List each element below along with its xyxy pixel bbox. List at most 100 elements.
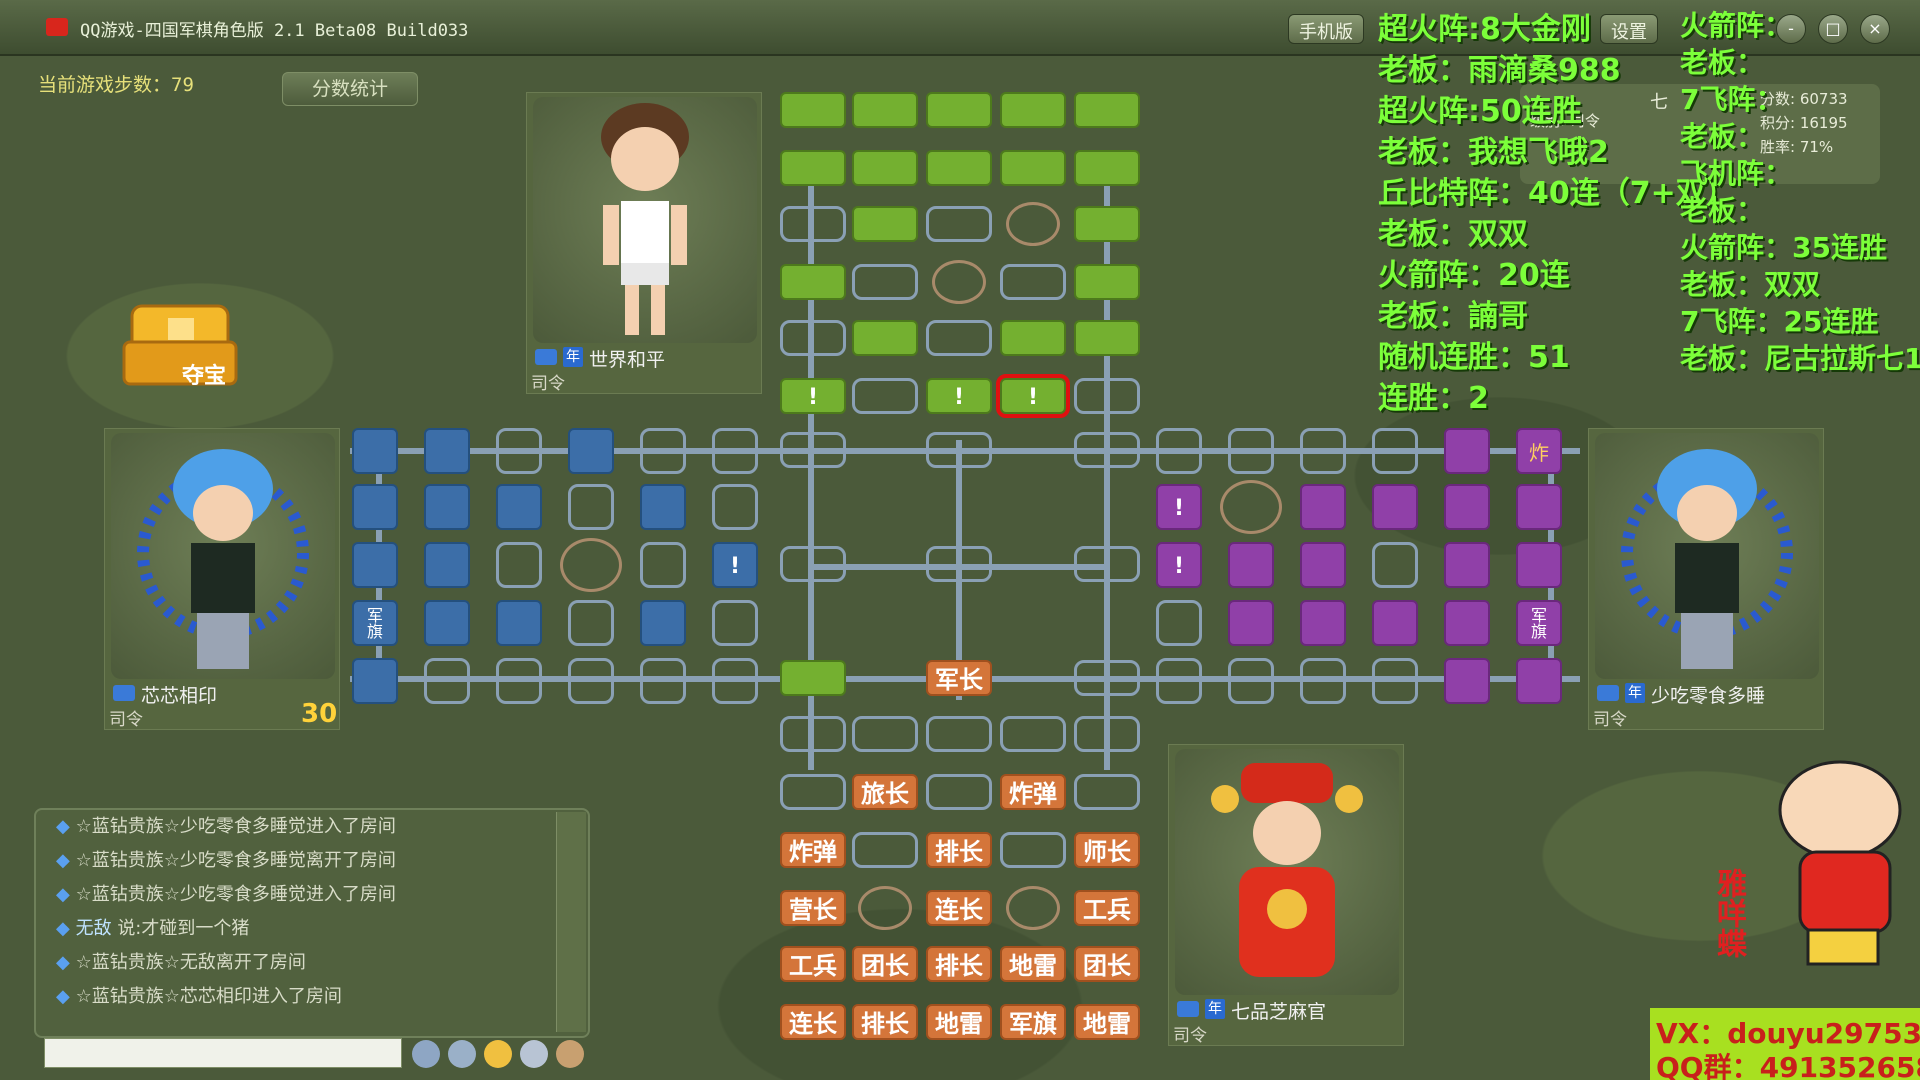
- board-piece-blue[interactable]: [424, 542, 470, 588]
- board-piece-green[interactable]: [1074, 320, 1140, 356]
- board-station[interactable]: [852, 832, 918, 868]
- chat-bubble-icon[interactable]: [448, 1040, 476, 1068]
- board-piece-green[interactable]: [1000, 150, 1066, 186]
- board-camp[interactable]: [858, 886, 912, 930]
- board-piece-purple-flagged[interactable]: !: [1156, 542, 1202, 588]
- board-station[interactable]: [640, 542, 686, 588]
- board-piece-purple[interactable]: [1372, 600, 1418, 646]
- board-piece-purple[interactable]: [1300, 484, 1346, 530]
- board-piece-purple[interactable]: [1300, 600, 1346, 646]
- board-piece-blue[interactable]: [640, 484, 686, 530]
- board-station[interactable]: [852, 378, 918, 414]
- board-station[interactable]: [1156, 428, 1202, 474]
- board-piece-orange[interactable]: 地雷: [926, 1004, 992, 1040]
- board-station[interactable]: [926, 432, 992, 468]
- board-piece-purple[interactable]: [1444, 600, 1490, 646]
- board-piece-blue[interactable]: [352, 658, 398, 704]
- board-piece-green[interactable]: [1074, 264, 1140, 300]
- board-piece-purple[interactable]: [1444, 658, 1490, 704]
- board-station[interactable]: [780, 546, 846, 582]
- board-station[interactable]: [1000, 264, 1066, 300]
- board-piece-orange[interactable]: 师长: [1074, 832, 1140, 868]
- board-station[interactable]: [640, 658, 686, 704]
- board-station[interactable]: [568, 484, 614, 530]
- board-station[interactable]: [496, 542, 542, 588]
- board-station[interactable]: [852, 264, 918, 300]
- board-piece-blue[interactable]: [352, 484, 398, 530]
- board-station[interactable]: [1372, 542, 1418, 588]
- board-station[interactable]: [926, 546, 992, 582]
- chat-scrollbar[interactable]: [556, 812, 586, 1032]
- board-station[interactable]: [780, 206, 846, 242]
- board-piece-purple[interactable]: [1228, 542, 1274, 588]
- board-station[interactable]: [926, 320, 992, 356]
- board-station[interactable]: [1074, 774, 1140, 810]
- board-station[interactable]: [1228, 428, 1274, 474]
- board-piece-blue[interactable]: [424, 600, 470, 646]
- board-piece-green[interactable]: [780, 264, 846, 300]
- board-piece-orange[interactable]: 团长: [852, 946, 918, 982]
- board-piece-blue[interactable]: [640, 600, 686, 646]
- board-piece-green[interactable]: [1074, 92, 1140, 128]
- board-station[interactable]: [640, 428, 686, 474]
- board-station[interactable]: [712, 484, 758, 530]
- board-piece-green[interactable]: [852, 206, 918, 242]
- board-piece-orange[interactable]: 连长: [926, 890, 992, 926]
- board-piece-purple[interactable]: [1444, 542, 1490, 588]
- board-piece-orange[interactable]: 军旗: [1000, 1004, 1066, 1040]
- board-piece-green[interactable]: [852, 320, 918, 356]
- board-station[interactable]: [1074, 716, 1140, 752]
- board-piece-green-flagged[interactable]: !: [996, 374, 1070, 418]
- board-piece-green[interactable]: [1074, 206, 1140, 242]
- board-station[interactable]: [1000, 716, 1066, 752]
- chat-sender[interactable]: 无敌: [76, 918, 112, 939]
- board-piece-orange[interactable]: 炸弹: [780, 832, 846, 868]
- speaker-icon[interactable]: [520, 1040, 548, 1068]
- chat-send-dropdown-icon[interactable]: [412, 1040, 440, 1068]
- board-station[interactable]: [1156, 658, 1202, 704]
- board-station[interactable]: [780, 716, 846, 752]
- back-arrow-icon[interactable]: [1074, 378, 1140, 414]
- board-station[interactable]: [1074, 660, 1140, 696]
- board-station[interactable]: [1156, 600, 1202, 646]
- board-station[interactable]: [1372, 428, 1418, 474]
- board-piece-green-flagged[interactable]: !: [926, 378, 992, 414]
- board-piece-purple[interactable]: [1372, 484, 1418, 530]
- board-station[interactable]: [568, 600, 614, 646]
- board-piece-orange-center[interactable]: 军长: [926, 660, 992, 696]
- board-piece-green[interactable]: [1074, 150, 1140, 186]
- board-piece-orange[interactable]: 团长: [1074, 946, 1140, 982]
- board-piece-blue[interactable]: [568, 428, 614, 474]
- board-piece-green[interactable]: [1000, 320, 1066, 356]
- board-piece-orange[interactable]: 炸弹: [1000, 774, 1066, 810]
- board-piece-purple-flag[interactable]: 军旗: [1516, 600, 1562, 646]
- board-station[interactable]: [1074, 546, 1140, 582]
- board-piece-orange[interactable]: 排长: [852, 1004, 918, 1040]
- board-station[interactable]: [424, 658, 470, 704]
- tool-icon[interactable]: [556, 1040, 584, 1068]
- board-piece-green[interactable]: [780, 660, 846, 696]
- board-station[interactable]: [852, 716, 918, 752]
- board-station[interactable]: [712, 600, 758, 646]
- board-piece-green[interactable]: [780, 92, 846, 128]
- emoji-icon[interactable]: [484, 1040, 512, 1068]
- board-piece-orange[interactable]: 工兵: [780, 946, 846, 982]
- board-piece-green[interactable]: [926, 92, 992, 128]
- board-piece-blue[interactable]: [424, 428, 470, 474]
- board-piece-orange[interactable]: 工兵: [1074, 890, 1140, 926]
- board-piece-blue[interactable]: [424, 484, 470, 530]
- board-piece-blue[interactable]: [496, 484, 542, 530]
- board-piece-blue-flag[interactable]: 军旗: [352, 600, 398, 646]
- board-piece-blue[interactable]: [496, 600, 542, 646]
- board-station[interactable]: [712, 428, 758, 474]
- board-piece-orange[interactable]: 营长: [780, 890, 846, 926]
- board-station[interactable]: [1300, 658, 1346, 704]
- board-camp[interactable]: [1006, 202, 1060, 246]
- board-piece-green[interactable]: [852, 150, 918, 186]
- board-station[interactable]: [780, 774, 846, 810]
- board-camp[interactable]: [1220, 480, 1282, 534]
- board-station[interactable]: [1300, 428, 1346, 474]
- board-station[interactable]: [780, 320, 846, 356]
- board-piece-green[interactable]: [926, 150, 992, 186]
- board-piece-green-flagged[interactable]: !: [780, 378, 846, 414]
